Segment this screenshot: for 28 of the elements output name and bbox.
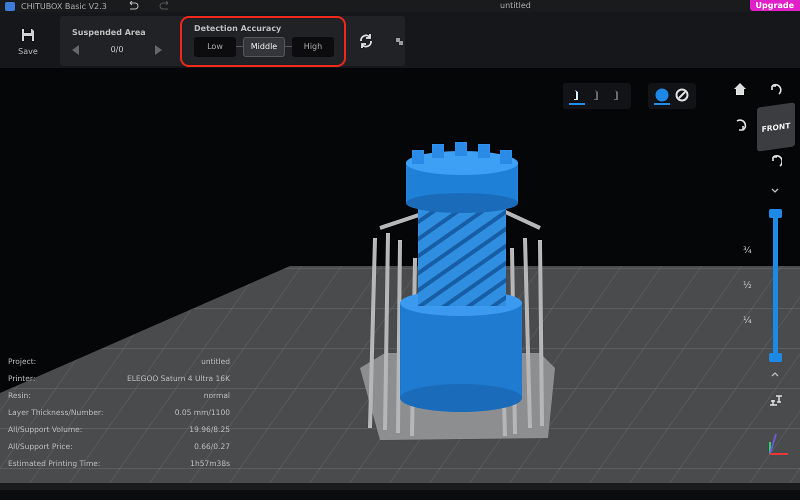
- accuracy-option[interactable]: Low: [194, 36, 236, 56]
- chevron-down-icon[interactable]: [770, 187, 780, 194]
- slider-thumb[interactable]: [769, 209, 782, 218]
- refresh-icon[interactable]: [358, 33, 374, 49]
- upgrade-button[interactable]: Upgrade: [750, 0, 800, 11]
- previous-arrow-icon[interactable]: [72, 44, 79, 54]
- accuracy-option[interactable]: High: [292, 36, 334, 56]
- app-logo-icon: [5, 2, 15, 10]
- app-title: CHITUBOX Basic V2.3: [21, 2, 107, 10]
- rotate-left-icon[interactable]: [768, 82, 782, 96]
- next-arrow-icon[interactable]: [155, 44, 162, 54]
- slider-tick-label: ¼: [743, 316, 752, 326]
- home-icon[interactable]: [733, 82, 747, 96]
- save-icon[interactable]: [21, 28, 35, 42]
- save-button[interactable]: Save: [8, 16, 48, 68]
- chevron-up-icon[interactable]: [770, 371, 780, 378]
- document-title: untitled: [500, 1, 531, 10]
- undo-icon[interactable]: [126, 1, 139, 11]
- section-label: Detection Accuracy: [194, 24, 282, 32]
- layer-height-icon[interactable]: [769, 393, 783, 407]
- slider-tick-label: ½: [743, 281, 752, 291]
- slider-thumb[interactable]: [769, 353, 782, 362]
- accuracy-option[interactable]: Middle: [243, 36, 285, 56]
- area-counter: 0/0: [110, 45, 124, 54]
- support-icon[interactable]: [569, 87, 585, 105]
- slider-tick-label: ¾: [743, 246, 752, 256]
- section-label: Suspended Area: [72, 28, 147, 36]
- collapse-icon[interactable]: [396, 38, 403, 45]
